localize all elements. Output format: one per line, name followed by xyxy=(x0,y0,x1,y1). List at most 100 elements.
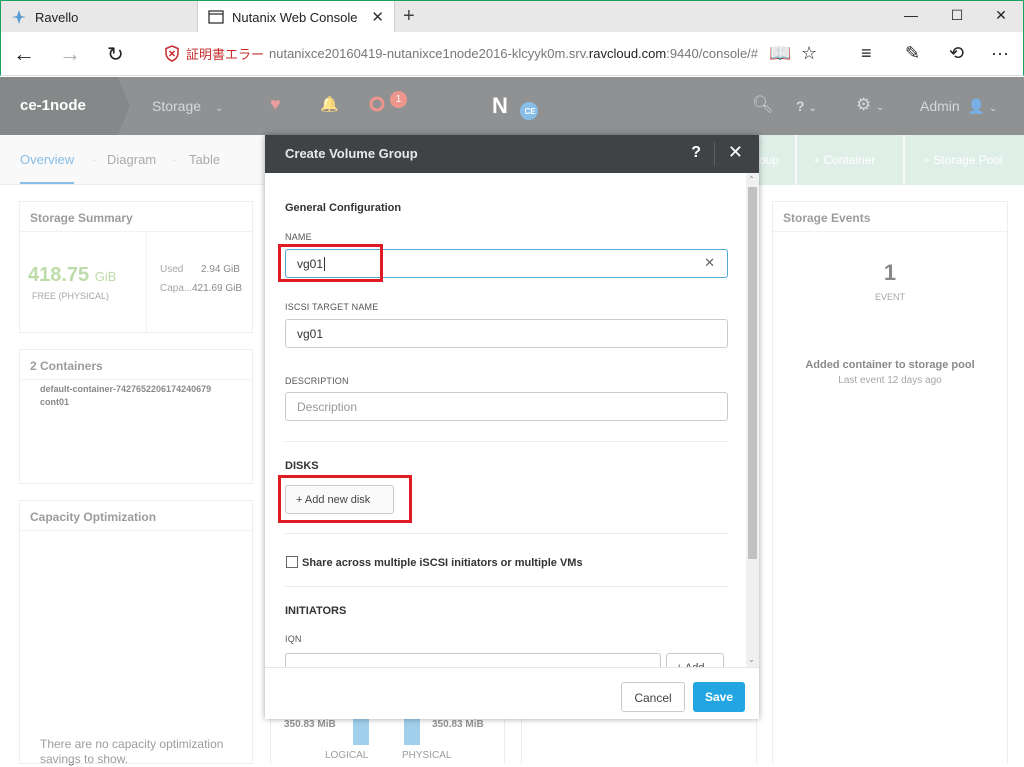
browser-tab-bar: Ravello Nutanix Web Console ✕ + — ☐ ✕ xyxy=(0,0,1024,33)
name-input[interactable]: vg01 ✕ xyxy=(285,249,728,278)
scroll-up-icon[interactable]: ⌃ xyxy=(748,175,755,184)
share-checkbox-label: Share across multiple iSCSI initiators o… xyxy=(302,557,583,569)
url-suffix: :9440/console/# xyxy=(666,46,759,61)
tab-nutanix-console[interactable]: Nutanix Web Console ✕ xyxy=(197,1,395,33)
dialog-scrollbar-thumb[interactable] xyxy=(748,187,757,559)
tab-diagram[interactable]: Diagram xyxy=(107,152,156,167)
share-icon[interactable]: ⟲ xyxy=(949,43,964,64)
initiators-heading: INITIATORS xyxy=(285,605,347,617)
tab-ravello[interactable]: Ravello xyxy=(1,1,197,33)
iscsi-target-input[interactable]: vg01 xyxy=(285,319,728,348)
free-unit: GiB xyxy=(94,269,117,284)
panel-title: 2 Containers xyxy=(20,350,252,380)
cluster-name[interactable]: ce-1node xyxy=(0,77,130,135)
cancel-button[interactable]: Cancel xyxy=(621,682,685,712)
back-icon[interactable]: ← xyxy=(13,41,35,67)
latest-event[interactable]: Added container to storage pool xyxy=(773,359,1007,371)
dialog-header: Create Volume Group ? ✕ xyxy=(265,135,759,173)
ce-badge: CE xyxy=(524,107,536,116)
clear-input-icon[interactable]: ✕ xyxy=(704,255,715,271)
minimize-icon[interactable]: — xyxy=(901,7,921,27)
reading-view-icon[interactable]: 📖 xyxy=(769,43,791,64)
disks-heading: DISKS xyxy=(285,460,319,472)
create-volume-group-dialog: Create Volume Group ? ✕ General Configur… xyxy=(265,135,759,719)
tab-table[interactable]: Table xyxy=(189,152,220,167)
web-note-icon[interactable]: ✎ xyxy=(905,43,920,64)
settings-gear-icon[interactable]: ⚙ ⌄ xyxy=(856,95,884,115)
capacity-label: Capa... xyxy=(160,283,193,294)
capacity-optimization-panel: Capacity Optimization There are no capac… xyxy=(19,500,253,766)
separator-dot: · xyxy=(172,152,177,167)
nav-storage-label: Storage xyxy=(152,98,202,114)
url-field[interactable]: nutanixce20160419-nutanixce1node2016-klc… xyxy=(269,46,758,61)
section-divider xyxy=(285,533,728,534)
close-window-icon[interactable]: ✕ xyxy=(991,7,1011,27)
save-button[interactable]: Save xyxy=(693,682,745,712)
add-iqn-button[interactable]: + Add xyxy=(666,653,724,667)
free-value: 418.75 xyxy=(28,264,90,286)
storage-events-panel: Storage Events 1 EVENT Added container t… xyxy=(772,201,1008,764)
forward-icon[interactable]: → xyxy=(59,41,81,67)
svg-text:N: N xyxy=(492,93,508,118)
section-divider xyxy=(285,441,728,442)
add-container-button[interactable]: + Container xyxy=(797,135,903,185)
ravello-icon xyxy=(12,10,26,24)
cert-error-label: 証明書エラー xyxy=(186,47,265,62)
search-icon[interactable]: 🔍︎ xyxy=(752,95,774,115)
container-item[interactable]: cont01 xyxy=(40,397,69,407)
more-icon[interactable]: ··· xyxy=(991,43,1009,64)
iqn-input[interactable] xyxy=(285,653,661,667)
user-icon: 👤 xyxy=(967,98,986,114)
user-menu[interactable]: Admin 👤 ⌄ xyxy=(920,98,997,115)
new-tab-icon[interactable]: + xyxy=(403,5,415,28)
section-divider xyxy=(285,586,728,587)
add-storage-pool-button[interactable]: + Storage Pool xyxy=(905,135,1024,185)
latest-event-time: Last event 12 days ago xyxy=(838,375,942,386)
help-icon[interactable]: ? xyxy=(691,144,701,162)
name-value: vg01 xyxy=(297,257,324,271)
app-header: ce-1node Storage ⌄ ♥ 🔔 1 N CE 🔍︎ ? ⌄ ⚙ ⌄… xyxy=(0,77,1024,135)
dialog-footer: Cancel Save xyxy=(265,667,759,719)
physical-bar xyxy=(404,715,420,745)
close-tab-icon[interactable]: ✕ xyxy=(371,8,384,26)
container-item[interactable]: default-container-74276522061742406​79 xyxy=(40,384,211,394)
nutanix-logo: N xyxy=(492,93,538,120)
event-count: 1 xyxy=(883,260,897,285)
chevron-down-icon: ⌄ xyxy=(988,103,998,114)
tab-label: Nutanix Web Console xyxy=(232,9,358,25)
shield-error-icon xyxy=(165,45,179,62)
nav-storage[interactable]: Storage ⌄ xyxy=(152,98,223,114)
user-name: Admin xyxy=(920,98,960,114)
share-checkbox[interactable] xyxy=(286,556,298,568)
volume-group-button[interactable]: oup xyxy=(759,135,795,185)
dialog-title: Create Volume Group xyxy=(285,146,418,161)
text-cursor xyxy=(324,257,329,271)
close-icon[interactable]: ✕ xyxy=(728,142,743,163)
description-input[interactable]: Description xyxy=(285,392,728,421)
chevron-down-icon: ⌄ xyxy=(808,103,817,114)
alerts-menu[interactable]: 1 xyxy=(368,91,407,116)
logical-value: 350.83 MiB xyxy=(284,719,336,730)
chevron-down-icon: ⌄ xyxy=(214,103,224,114)
bell-icon[interactable]: 🔔 xyxy=(320,95,339,113)
health-heart-icon[interactable]: ♥ xyxy=(270,94,281,115)
capacity-message: There are no capacity optimization savin… xyxy=(40,737,224,766)
divider xyxy=(714,142,715,166)
url-prefix: nutanixce20160419-nutanixce1node2016-klc… xyxy=(269,46,589,61)
certificate-error[interactable]: 証明書エラー xyxy=(164,44,264,63)
hub-icon[interactable]: ≡ xyxy=(861,43,872,64)
refresh-icon[interactable]: ↻ xyxy=(107,42,124,67)
free-capacity-value: 418.75 GiB xyxy=(28,264,116,287)
maximize-icon[interactable]: ☐ xyxy=(947,7,967,27)
capacity-value: 421.69 GiB xyxy=(192,283,243,294)
containers-panel: 2 Containers default-container-742765220… xyxy=(19,349,253,484)
scroll-down-icon[interactable]: ⌄ xyxy=(748,655,755,664)
storage-summary-panel: Storage Summary 418.75 GiB FREE (PHYSICA… xyxy=(19,201,253,333)
favorite-star-icon[interactable]: ☆ xyxy=(801,43,817,64)
chevron-down-icon: ⌄ xyxy=(875,102,885,113)
help-menu[interactable]: ? ⌄ xyxy=(796,98,817,114)
tab-overview[interactable]: Overview xyxy=(20,152,75,184)
alert-ring-icon xyxy=(369,96,385,112)
free-label: FREE (PHYSICAL) xyxy=(32,291,110,301)
add-new-disk-button[interactable]: + Add new disk xyxy=(285,485,394,514)
